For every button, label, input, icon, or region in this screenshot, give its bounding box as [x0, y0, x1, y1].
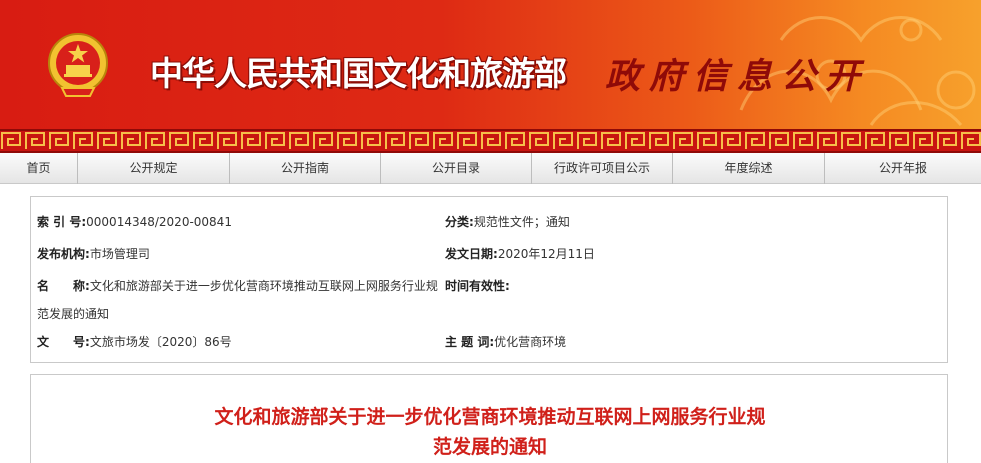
issuing-agency: 发布机构:市场管理司 [37, 247, 150, 261]
category-value: 规范性文件；通知 [473, 215, 570, 229]
issue-date-label: 发文日期: [445, 247, 498, 261]
national-emblem-icon [48, 33, 108, 97]
ministry-name: 中华人民共和国文化和旅游部 [150, 54, 567, 93]
issuing-agency-value: 市场管理司 [89, 247, 150, 261]
validity: 时间有效性: [445, 279, 510, 293]
issue-date-value: 2020年12月11日 [497, 247, 595, 261]
subject-words-label: 主 题 词: [445, 335, 495, 349]
document-number: 文 号:文旅市场发〔2020〕86号 [37, 335, 232, 349]
document-title-box: 文化和旅游部关于进一步优化营商环境推动互联网上网服务行业规 范发展的通知 [30, 374, 948, 463]
document-name-label: 名 称: [37, 279, 90, 293]
category-label: 分类: [445, 215, 474, 229]
main-nav: 首页 公开规定 公开指南 公开目录 行政许可项目公示 年度综述 公开年报 [0, 153, 981, 184]
document-name-value: 文化和旅游部关于进一步优化营商环境推动互联网上网服务行业规范发展的通知 [37, 279, 438, 321]
section-title: 政府信息公开 [605, 56, 870, 97]
meander-border [0, 129, 981, 153]
document-title-line-1: 文化和旅游部关于进一步优化营商环境推动互联网上网服务行业规 [214, 406, 766, 428]
document-metadata: 索 引 号:000014348/2020-00841 分类:规范性文件；通知 发… [30, 196, 948, 363]
validity-label: 时间有效性: [445, 279, 510, 293]
nav-annual-report[interactable]: 公开年报 [825, 153, 981, 184]
document-number-label: 文 号: [37, 335, 90, 349]
subject-words: 主 题 词:优化营商环境 [445, 335, 566, 349]
site-banner: 中华人民共和国文化和旅游部 政府信息公开 [0, 0, 981, 129]
index-number-label: 索 引 号: [37, 215, 87, 229]
category: 分类:规范性文件；通知 [445, 215, 570, 229]
nav-annual-summary[interactable]: 年度综述 [673, 153, 825, 184]
nav-disclosure-catalog[interactable]: 公开目录 [381, 153, 532, 184]
nav-disclosure-guide[interactable]: 公开指南 [230, 153, 381, 184]
document-name: 名 称:文化和旅游部关于进一步优化营商环境推动互联网上网服务行业规范发展的通知 [37, 272, 447, 328]
nav-disclosure-rules[interactable]: 公开规定 [78, 153, 230, 184]
issue-date: 发文日期:2020年12月11日 [445, 247, 595, 261]
index-number-value: 000014348/2020-00841 [86, 215, 232, 229]
issuing-agency-label: 发布机构: [37, 247, 90, 261]
document-title-line-2: 范发展的通知 [432, 436, 547, 458]
nav-home[interactable]: 首页 [0, 153, 78, 184]
index-number: 索 引 号:000014348/2020-00841 [37, 215, 232, 229]
subject-words-value: 优化营商环境 [494, 335, 567, 349]
nav-license-items[interactable]: 行政许可项目公示 [532, 153, 673, 184]
document-number-value: 文旅市场发〔2020〕86号 [89, 335, 232, 349]
